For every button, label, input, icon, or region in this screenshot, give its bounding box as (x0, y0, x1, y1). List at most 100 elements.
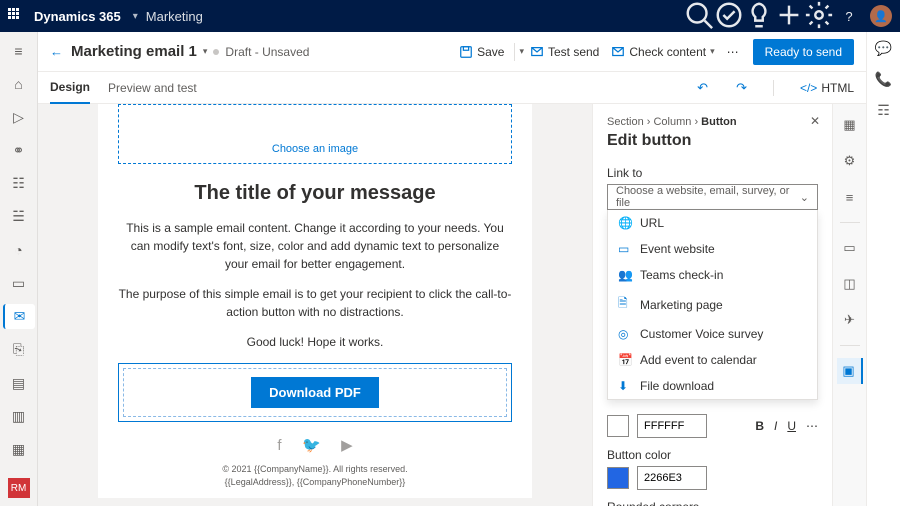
link-to-label: Link to (607, 166, 818, 180)
app-area[interactable]: Marketing (146, 9, 203, 24)
chevron-down-icon: ▾ (133, 11, 138, 22)
email-title[interactable]: The title of your message (118, 182, 512, 205)
italic-button[interactable]: I (774, 419, 777, 433)
option-event-website[interactable]: ▭Event website (608, 236, 817, 262)
option-file-download[interactable]: ⬇File download (608, 373, 817, 399)
toolbox-elements-icon[interactable]: ▦ (837, 112, 863, 138)
nav-templates-icon[interactable]: ▭ (3, 271, 35, 296)
button-element-selected[interactable]: Download PDF (118, 363, 512, 422)
check-content-button[interactable]: Check content ▾ (611, 45, 714, 59)
app-side-rail: 💬 📞 ☶ (866, 32, 900, 506)
command-bar: ← Marketing email 1 ▾ Draft - Unsaved Sa… (38, 32, 866, 72)
tab-design[interactable]: Design (50, 72, 90, 104)
rounded-corners-label: Rounded corners (607, 500, 818, 506)
save-split-chevron[interactable]: ▾ (519, 46, 524, 57)
nav-home-icon[interactable]: ⌂ (3, 71, 35, 96)
email-paragraph[interactable]: Good luck! Hope it works. (118, 333, 512, 351)
status-dot-icon (213, 49, 219, 55)
properties-panel: ✕ Section › Column › Button Edit button … (592, 104, 832, 506)
add-icon[interactable] (774, 0, 804, 33)
tab-preview[interactable]: Preview and test (108, 73, 197, 103)
nav-assets-icon[interactable]: ▦ (3, 437, 35, 462)
button-color-label: Button color (607, 448, 818, 462)
survey-icon: ◎ (618, 327, 632, 341)
test-send-button[interactable]: Test send (530, 45, 599, 59)
cta-button[interactable]: Download PDF (251, 377, 379, 408)
window-icon: ▭ (618, 242, 632, 256)
option-url[interactable]: 🌐URL (608, 210, 817, 236)
close-panel-button[interactable]: ✕ (810, 114, 820, 128)
breadcrumb: Section › Column › Button (607, 116, 818, 128)
email-paragraph[interactable]: The purpose of this simple email is to g… (118, 285, 512, 321)
link-to-dropdown: 🌐URL ▭Event website 👥Teams check-in 🗎Mar… (607, 210, 818, 400)
youtube-icon[interactable]: ▶ (341, 437, 353, 454)
site-nav-rail: ≡ ⌂ ▷ ⚭ ☷ ☱ ◔ ▭ ✉ ⎘ ▤ ▥ ▦ RM (0, 32, 38, 506)
toolbox-blocks-icon[interactable]: ◫ (837, 271, 863, 297)
toolbox-rail: ▦ ⚙ ≡ ▭ ◫ ✈ ▣ (832, 104, 866, 506)
nav-play-icon[interactable]: ▷ (3, 105, 35, 130)
facebook-icon[interactable]: f (277, 437, 281, 454)
option-teams-checkin[interactable]: 👥Teams check-in (608, 262, 817, 288)
toolbox-properties-icon[interactable]: ▣ (837, 358, 863, 384)
nav-insights-icon[interactable]: ◔ (3, 238, 35, 263)
editor-tabs: Design Preview and test ↶ ↷ </>HTML (38, 72, 866, 104)
overflow-button[interactable]: ⋯ (727, 45, 739, 59)
back-button[interactable]: ← (50, 44, 63, 59)
globe-icon: 🌐 (618, 216, 632, 230)
format-overflow[interactable]: ⋯ (806, 419, 818, 433)
nav-segments-icon[interactable]: ☷ (3, 171, 35, 196)
chevron-down-icon: ⌄ (800, 191, 809, 204)
copilot-icon[interactable]: 💬 (875, 40, 892, 57)
toolbox-send-icon[interactable]: ✈ (837, 307, 863, 333)
help-icon[interactable]: ? (834, 9, 864, 24)
teams-icon: 👥 (618, 268, 632, 282)
undo-button[interactable]: ↶ (697, 80, 708, 96)
nav-flows-icon[interactable]: ☱ (3, 204, 35, 229)
task-icon[interactable] (714, 0, 744, 33)
html-toggle[interactable]: </>HTML (800, 81, 854, 95)
panel-heading: Edit button (607, 132, 818, 150)
toolbox-settings-icon[interactable]: ⚙ (837, 148, 863, 174)
search-icon[interactable] (684, 0, 714, 33)
link-to-combobox[interactable]: Choose a website, email, survey, or file… (607, 184, 818, 210)
nav-journeys-icon[interactable]: ⚭ (3, 138, 35, 163)
bold-button[interactable]: B (755, 419, 764, 433)
page-title: Marketing email 1 (71, 43, 197, 60)
image-placeholder[interactable]: Choose an image (118, 104, 512, 164)
calendar-icon: 📅 (618, 353, 632, 367)
nav-library-icon[interactable]: ▥ (3, 404, 35, 429)
email-paragraph[interactable]: This is a sample email content. Change i… (118, 219, 512, 273)
redo-button[interactable]: ↷ (736, 80, 747, 96)
nav-email-icon[interactable]: ✉ (3, 304, 35, 329)
nav-hamburger-icon[interactable]: ≡ (3, 38, 35, 63)
underline-button[interactable]: U (787, 419, 796, 433)
user-avatar[interactable]: 👤 (870, 5, 892, 27)
button-color-swatch[interactable] (607, 467, 629, 489)
save-button[interactable]: Save (459, 45, 504, 59)
settings-icon[interactable] (804, 0, 834, 33)
nav-pages-icon[interactable]: ▤ (3, 371, 35, 396)
text-color-input[interactable] (637, 414, 707, 438)
button-color-input[interactable] (637, 466, 707, 490)
email-canvas[interactable]: Choose an image The title of your messag… (38, 104, 592, 506)
option-marketing-page[interactable]: 🗎Marketing page (608, 288, 817, 321)
task-list-icon[interactable]: ☶ (877, 102, 890, 119)
ready-to-send-button[interactable]: Ready to send (753, 39, 854, 65)
lightbulb-icon[interactable] (744, 0, 774, 33)
twitter-icon[interactable]: 🐦 (302, 437, 321, 454)
option-customer-voice[interactable]: ◎Customer Voice survey (608, 321, 817, 347)
option-add-event[interactable]: 📅Add event to calendar (608, 347, 817, 373)
download-icon: ⬇ (618, 379, 632, 393)
area-switcher[interactable]: RM (8, 478, 30, 498)
global-top-bar: Dynamics 365 ▾ Marketing ? 👤 (0, 0, 900, 32)
app-launcher-icon[interactable] (8, 8, 24, 24)
brand-name[interactable]: Dynamics 365 (34, 9, 121, 24)
toolbox-layout-icon[interactable]: ▭ (837, 235, 863, 261)
toolbox-styles-icon[interactable]: ≡ (837, 184, 863, 210)
nav-forms-icon[interactable]: ⎘ (3, 337, 35, 362)
text-color-swatch[interactable] (607, 415, 629, 437)
phone-icon[interactable]: 📞 (875, 71, 892, 88)
email-footer[interactable]: © 2021 {{CompanyName}}. All rights reser… (118, 463, 512, 488)
title-chevron-icon[interactable]: ▾ (203, 46, 208, 57)
social-icons: f 🐦 ▶ (118, 436, 512, 455)
